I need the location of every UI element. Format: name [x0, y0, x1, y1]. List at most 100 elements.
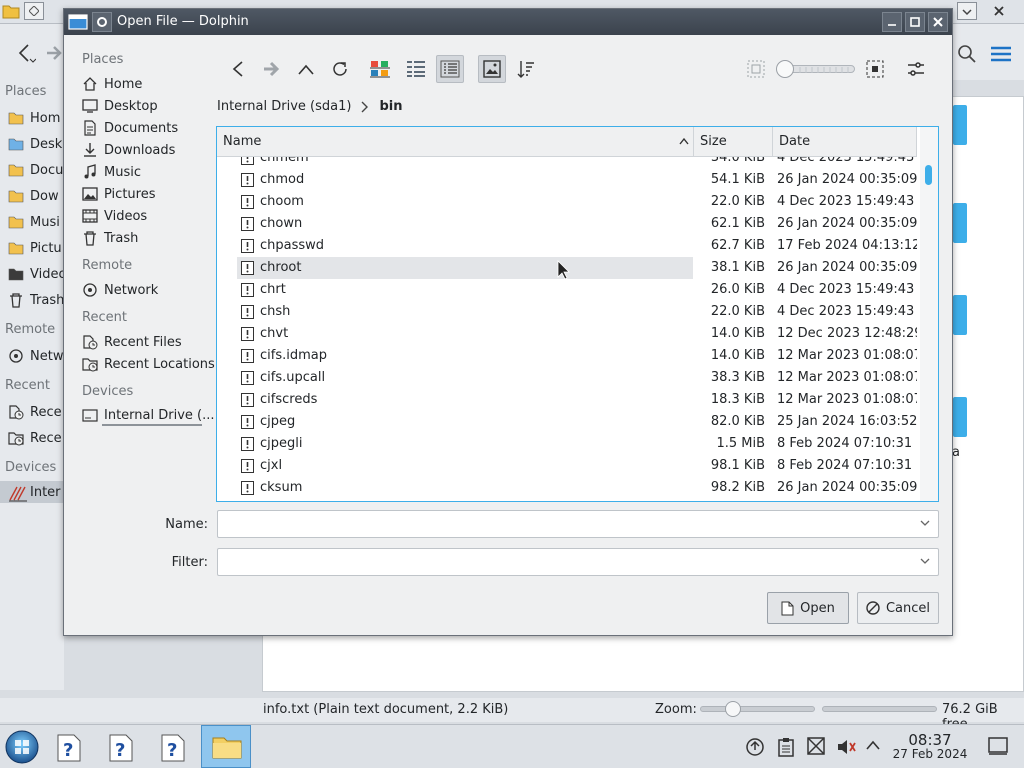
- folder-icon[interactable]: [953, 397, 967, 437]
- sidebar-item-network[interactable]: Network: [82, 279, 210, 301]
- minimize-icon[interactable]: [957, 2, 977, 20]
- chevron-up-icon[interactable]: [866, 740, 880, 750]
- unknown-app-icon[interactable]: ?: [56, 733, 82, 763]
- folder-icon[interactable]: [953, 105, 967, 145]
- file-manager-taskbar-button[interactable]: [201, 725, 251, 768]
- file-row[interactable]: cksum 98.2 KiB 26 Jan 2024 00:35:09: [217, 477, 917, 499]
- file-row[interactable]: cifs.upcall 38.3 KiB 12 Mar 2023 01:08:07: [217, 367, 917, 389]
- open-button[interactable]: Open: [767, 592, 849, 624]
- icons-view-button[interactable]: [366, 55, 394, 83]
- vertical-scrollbar[interactable]: [920, 127, 938, 501]
- sidebar-item-recent-locations[interactable]: Recent Locations: [82, 353, 215, 375]
- compact-view-button[interactable]: [402, 55, 430, 83]
- sidebar-item-pictures[interactable]: Pictures: [82, 183, 210, 205]
- background-place-recent-locations[interactable]: Rece: [8, 427, 64, 449]
- breadcrumb-drive[interactable]: Internal Drive (sda1): [217, 99, 351, 114]
- filter-combobox[interactable]: [217, 548, 939, 576]
- background-place-downloads-folder[interactable]: Dow: [8, 185, 64, 207]
- minimize-icon[interactable]: [882, 12, 902, 32]
- volume-muted-icon[interactable]: [836, 737, 856, 757]
- file-list[interactable]: Name Size Date chmem 34.0 KiB 4 Dec 2023 1…: [216, 126, 939, 502]
- folder-icon[interactable]: [953, 295, 967, 335]
- cancel-button[interactable]: Cancel: [857, 592, 939, 624]
- back-icon[interactable]: [14, 42, 36, 64]
- background-place-pictures-folder[interactable]: Pictu: [8, 237, 64, 259]
- reload-button[interactable]: [326, 55, 354, 83]
- filename-input[interactable]: [218, 511, 898, 537]
- background-place-trash[interactable]: Trash: [8, 289, 64, 311]
- close-icon[interactable]: [928, 12, 948, 32]
- scrollbar-thumb[interactable]: [925, 165, 932, 185]
- file-row[interactable]: chmod 54.1 KiB 26 Jan 2024 00:35:09: [217, 169, 917, 191]
- show-desktop-icon[interactable]: [988, 737, 1008, 755]
- sidebar-item-documents[interactable]: Documents: [82, 117, 210, 139]
- breadcrumb-folder[interactable]: bin: [379, 99, 402, 114]
- sidebar-item-trash[interactable]: Trash: [82, 227, 210, 249]
- zoom-in-icon[interactable]: [861, 55, 889, 83]
- file-row[interactable]: cifs.idmap 14.0 KiB 12 Mar 2023 01:08:07: [217, 345, 917, 367]
- zoom-slider[interactable]: [700, 701, 815, 717]
- close-icon[interactable]: [980, 2, 1018, 20]
- unknown-app-icon[interactable]: ?: [160, 733, 186, 763]
- background-place-home-folder[interactable]: Hom: [8, 107, 64, 129]
- options-menu-icon[interactable]: [902, 55, 930, 83]
- column-header-size[interactable]: Size: [694, 127, 773, 157]
- network-disconnected-icon[interactable]: [807, 737, 825, 755]
- filename-combobox[interactable]: [217, 510, 939, 538]
- zoom-out-icon[interactable]: [742, 55, 770, 83]
- background-places-panel: Places Hom Desk Docu Dow Musi Pictu Video Trash…: [0, 80, 64, 690]
- pin-icon[interactable]: [24, 2, 44, 20]
- chevron-down-icon[interactable]: [920, 558, 930, 565]
- folder-icon[interactable]: [953, 203, 967, 243]
- file-row[interactable]: cifscreds 18.3 KiB 12 Mar 2023 01:08:07: [217, 389, 917, 411]
- column-header-name[interactable]: Name: [217, 127, 694, 157]
- file-row[interactable]: chrt 26.0 KiB 4 Dec 2023 15:49:43: [217, 279, 917, 301]
- file-row[interactable]: choom 22.0 KiB 4 Dec 2023 15:49:43: [217, 191, 917, 213]
- file-row[interactable]: chsh 22.0 KiB 4 Dec 2023 15:49:43: [217, 301, 917, 323]
- file-row[interactable]: cjpeg 82.0 KiB 25 Jan 2024 16:03:52: [217, 411, 917, 433]
- chevron-down-icon[interactable]: [920, 520, 930, 527]
- start-menu-icon[interactable]: [4, 729, 40, 765]
- background-place-recent-files[interactable]: Rece: [8, 401, 64, 423]
- hamburger-menu-icon[interactable]: [990, 46, 1012, 62]
- file-row[interactable]: cjxl 98.1 KiB 8 Feb 2024 07:10:31: [217, 455, 917, 477]
- sidebar-item-music[interactable]: Music: [82, 161, 210, 183]
- icon-size-slider[interactable]: [776, 60, 855, 78]
- update-notifier-icon[interactable]: [746, 738, 764, 756]
- icon-size-slider-handle[interactable]: [776, 60, 794, 78]
- sort-button[interactable]: [512, 55, 540, 83]
- details-view-button[interactable]: [436, 55, 464, 83]
- sidebar-item-home[interactable]: Home: [82, 73, 210, 95]
- background-place-videos-folder[interactable]: Video: [8, 263, 64, 285]
- back-button[interactable]: [224, 55, 252, 83]
- preview-toggle-button[interactable]: [478, 55, 506, 83]
- clock-date[interactable]: 27 Feb 2024: [888, 747, 972, 761]
- zoom-slider-handle[interactable]: [725, 701, 741, 717]
- clipboard-icon[interactable]: [778, 737, 794, 757]
- background-place-drive[interactable]: Inter: [0, 481, 64, 503]
- filter-input[interactable]: [218, 549, 898, 575]
- maximize-icon[interactable]: [905, 12, 925, 32]
- background-place-documents-folder[interactable]: Docu: [8, 159, 64, 181]
- sidebar-item-desktop[interactable]: Desktop: [82, 95, 210, 117]
- background-place-desktop-folder[interactable]: Desk: [8, 133, 64, 155]
- window-menu-icon[interactable]: [92, 12, 112, 32]
- dialog-titlebar[interactable]: Open File — Dolphin: [64, 9, 952, 35]
- sidebar-item-downloads[interactable]: Downloads: [82, 139, 210, 161]
- forward-icon[interactable]: [46, 44, 64, 62]
- sidebar-item-videos[interactable]: Videos: [82, 205, 210, 227]
- file-row[interactable]: cjpegli 1.5 MiB 8 Feb 2024 07:10:31: [217, 433, 917, 455]
- sidebar-item-recent-files[interactable]: Recent Files: [82, 331, 210, 353]
- forward-button[interactable]: [258, 55, 286, 83]
- file-row[interactable]: chown 62.1 KiB 26 Jan 2024 00:35:09: [217, 213, 917, 235]
- background-place-music-folder[interactable]: Musi: [8, 211, 64, 233]
- unknown-app-icon[interactable]: ?: [108, 733, 134, 763]
- background-place-network[interactable]: Netw: [8, 345, 64, 367]
- file-row[interactable]: chpasswd 62.7 KiB 17 Feb 2024 04:13:12: [217, 235, 917, 257]
- file-row[interactable]: chmem 34.0 KiB 4 Dec 2023 15:49:43: [217, 157, 917, 169]
- search-icon[interactable]: [957, 44, 977, 64]
- up-button[interactable]: [292, 55, 320, 83]
- column-header-date[interactable]: Date: [773, 127, 917, 157]
- sidebar-item-drive[interactable]: Internal Drive (...: [82, 404, 215, 426]
- file-row[interactable]: chvt 14.0 KiB 12 Dec 2023 12:48:29: [217, 323, 917, 345]
